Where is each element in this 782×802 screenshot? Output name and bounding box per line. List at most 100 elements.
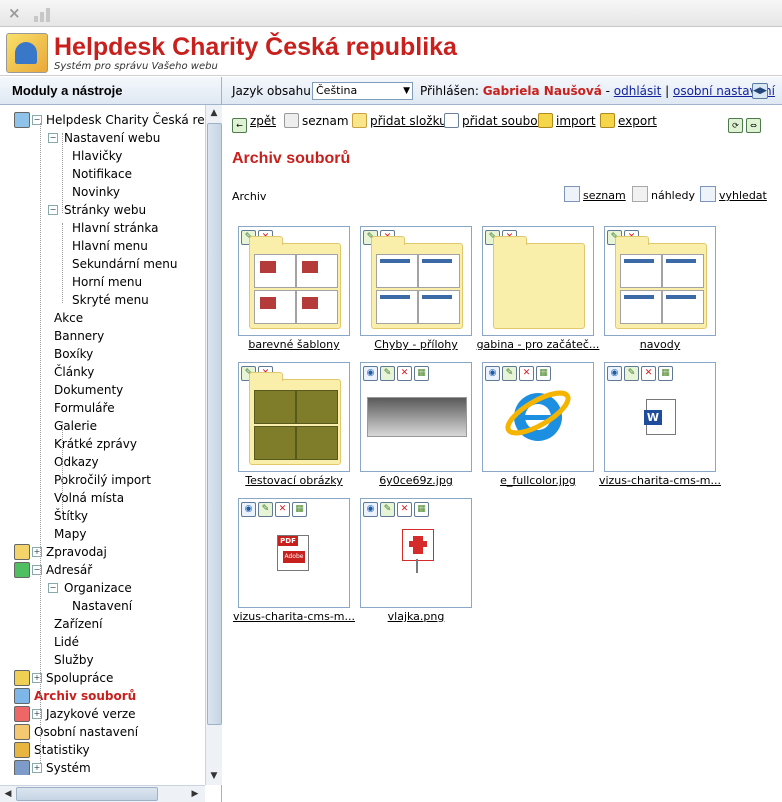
collapse-icon[interactable]: − [48,583,58,593]
delete-icon[interactable]: ✕ [641,366,656,381]
expand-icon[interactable]: + [32,763,42,773]
file-label[interactable]: gabina - pro začáteč... [475,338,601,351]
logout-link[interactable]: odhlásit [614,84,662,98]
tree-item[interactable]: Stránky webu [64,201,146,219]
tree-item[interactable]: Hlavičky [72,147,122,165]
folder-tile[interactable]: ✎✕ [238,362,350,472]
properties-icon[interactable]: ▦ [292,502,307,517]
collapse-icon[interactable]: − [48,205,58,215]
tree-item[interactable]: Archiv souborů [34,687,136,705]
add-file-link[interactable]: přidat soubor [462,114,542,128]
tree-item[interactable]: Horní menu [72,273,142,291]
delete-icon[interactable]: ✕ [397,366,412,381]
expand-arrows-icon[interactable]: ◀▶ [752,83,768,99]
tree-horizontal-scrollbar[interactable]: ◀ ▶ [0,785,205,802]
tree-item[interactable]: Krátké zprávy [54,435,137,453]
file-label[interactable]: Testovací obrázky [231,474,357,487]
file-label[interactable]: 6y0ce69z.jpg [353,474,479,487]
tree-item[interactable]: Akce [54,309,83,327]
scroll-right-icon[interactable]: ▶ [188,787,202,801]
edit-icon[interactable]: ✎ [380,502,395,517]
tree-item[interactable]: Dokumenty [54,381,123,399]
folder-tile[interactable]: ✎✕ [238,226,350,336]
file-label[interactable]: vlajka.png [353,610,479,623]
preview-icon[interactable]: ◉ [607,366,622,381]
scroll-left-icon[interactable]: ◀ [1,787,15,801]
delete-icon[interactable]: ✕ [397,502,412,517]
view-list-button[interactable]: seznam [564,186,626,205]
add-file-button[interactable]: přidat soubor [444,112,542,130]
scroll-thumb[interactable] [207,123,222,725]
tree-item[interactable]: Služby [54,651,94,669]
properties-icon[interactable]: ▦ [414,366,429,381]
tree-item[interactable]: Nastavení webu [64,129,160,147]
scroll-up-icon[interactable]: ▲ [207,106,221,120]
file-tile[interactable]: ◉ ✎ ✕ ▦ [482,362,594,472]
tree-item[interactable]: Spolupráce [46,669,113,687]
tree-item[interactable]: Sekundární menu [72,255,178,273]
file-label[interactable]: vizus-charita-cms-m... [597,474,723,487]
tree-item[interactable]: Novinky [72,183,120,201]
tree-item[interactable]: Notifikace [72,165,132,183]
file-label[interactable]: e_fullcolor.jpg [475,474,601,487]
file-tile[interactable]: ◉ ✎ ✕ ▦ W [604,362,716,472]
tree-item[interactable]: Bannery [54,327,104,345]
tree-item[interactable]: Boxíky [54,345,93,363]
edit-icon[interactable]: ✎ [258,502,273,517]
tree-item[interactable]: Hlavní menu [72,237,148,255]
view-list-link[interactable]: seznam [583,189,626,202]
preview-icon[interactable]: ◉ [363,502,378,517]
properties-icon[interactable]: ▦ [414,502,429,517]
add-folder-button[interactable]: přidat složku [352,112,447,130]
tree-vertical-scrollbar[interactable]: ▲ ▼ [205,105,222,785]
back-link[interactable]: zpět [250,114,276,128]
navigate-button[interactable]: ⇔ [746,112,764,133]
hscroll-thumb[interactable] [16,787,158,801]
collapse-icon[interactable]: − [48,133,58,143]
preview-icon[interactable]: ◉ [485,366,500,381]
tree-item[interactable]: Zařízení [54,615,102,633]
folder-tile[interactable]: ✎✕ [482,226,594,336]
edit-icon[interactable]: ✎ [380,366,395,381]
scroll-down-icon[interactable]: ▼ [207,769,221,783]
refresh-button[interactable]: ⟳ [728,112,746,133]
properties-icon[interactable]: ▦ [658,366,673,381]
tree-item[interactable]: Osobní nastavení [34,723,138,741]
file-label[interactable]: barevné šablony [231,338,357,351]
export-button[interactable]: export [600,112,657,130]
file-tile[interactable]: ◉ ✎ ✕ ▦ PDF Adobe [238,498,350,608]
add-folder-link[interactable]: přidat složku [370,114,447,128]
view-previews-button[interactable]: náhledy [632,186,695,205]
tree-item[interactable]: Jazykové verze [46,705,136,723]
tree-item[interactable]: Zpravodaj [46,543,107,561]
file-label[interactable]: navody [597,338,723,351]
tree-item[interactable]: Lidé [54,633,79,651]
back-button[interactable]: ← zpět [232,112,276,133]
tree-item[interactable]: Helpdesk Charity Česká repub [46,111,204,129]
tree-item[interactable]: Volná místa [54,489,124,507]
folder-tile[interactable]: ✎✕ [604,226,716,336]
file-label[interactable]: Chyby - přílohy [353,338,479,351]
edit-icon[interactable]: ✎ [624,366,639,381]
export-link[interactable]: export [618,114,657,128]
tree-item[interactable]: Skryté menu [72,291,149,309]
tree-item[interactable]: Systém [46,759,91,775]
close-icon[interactable]: × [8,4,21,22]
preview-icon[interactable]: ◉ [363,366,378,381]
search-link[interactable]: vyhledat [719,189,767,202]
tree-item[interactable]: Mapy [54,525,86,543]
tree-item[interactable]: Odkazy [54,453,99,471]
tree-item[interactable]: Články [54,363,94,381]
tree-item[interactable]: Adresář [46,561,92,579]
tree-item[interactable]: Formuláře [54,399,115,417]
list-button[interactable]: seznam [284,112,349,130]
import-button[interactable]: import [538,112,596,130]
tree-item[interactable]: Statistiky [34,741,90,759]
import-link[interactable]: import [556,114,596,128]
tree-item[interactable]: Hlavní stránka [72,219,159,237]
tree-item[interactable]: Štítky [54,507,88,525]
folder-tile[interactable]: ✎✕ [360,226,472,336]
tree-item[interactable]: Nastavení [72,597,132,615]
language-select[interactable]: Čeština ▼ [312,82,413,100]
delete-icon[interactable]: ✕ [275,502,290,517]
